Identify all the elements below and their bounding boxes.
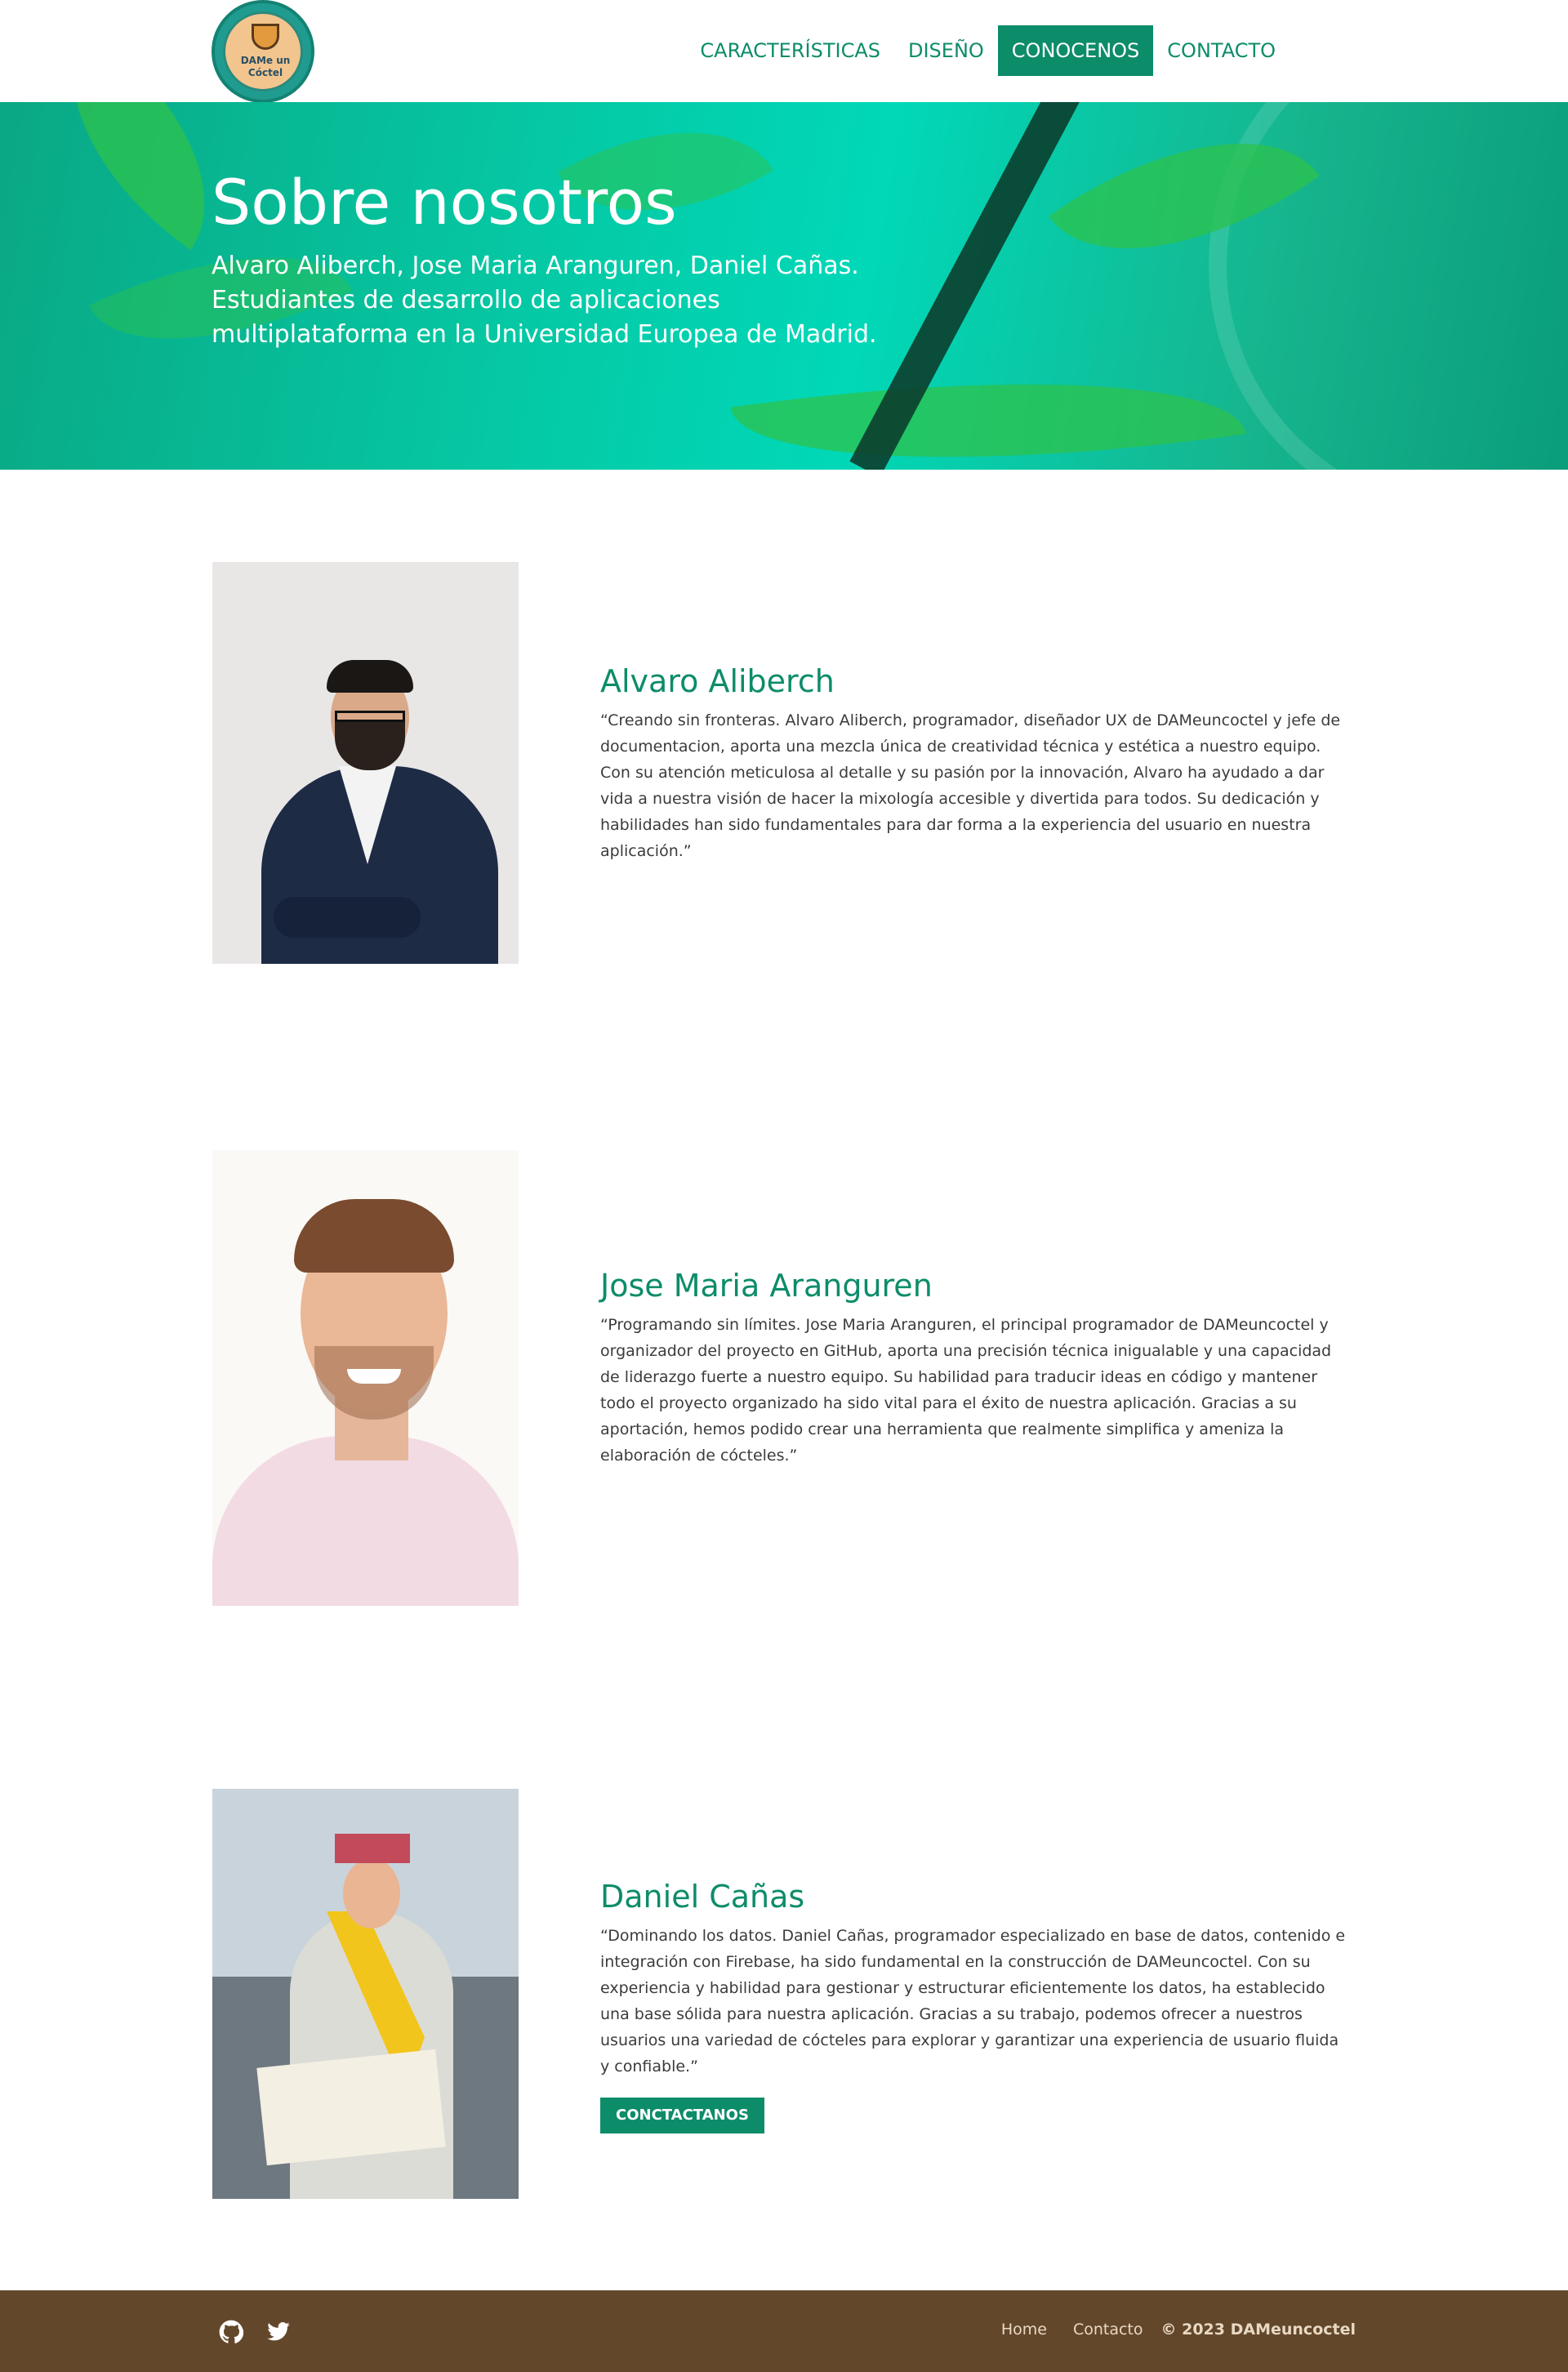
beard-shape <box>335 721 405 770</box>
github-icon[interactable] <box>219 2320 244 2344</box>
crossed-arms-shape <box>274 897 421 938</box>
main-nav: CARACTERÍSTICAS DISEÑO CONOCENOS CONTACT… <box>686 25 1290 76</box>
nav-caracteristicas[interactable]: CARACTERÍSTICAS <box>686 25 894 76</box>
smile-shape <box>347 1369 401 1384</box>
face-shape <box>343 1858 400 1928</box>
member-name: Jose Maria Aranguren <box>600 1268 933 1304</box>
member-photo <box>212 1789 519 2199</box>
site-footer: Home Contacto © 2023 DAMeuncoctel <box>0 2290 1568 2372</box>
team-member-card: Alvaro Aliberch “Creando sin fronteras. … <box>212 562 1356 964</box>
leaf-decoration <box>730 337 1246 470</box>
site-logo[interactable]: DAMe un Cóctel <box>212 0 314 103</box>
logo-badge: DAMe un Cóctel <box>223 11 303 91</box>
member-info: Alvaro Aliberch “Creando sin fronteras. … <box>600 663 1352 864</box>
cocktail-glass-icon <box>252 24 279 50</box>
footer-copyright: © 2023 DAMeuncoctel <box>1160 2321 1356 2339</box>
glasses-shape <box>335 711 405 722</box>
footer-link-contacto[interactable]: Contacto <box>1073 2321 1143 2339</box>
member-bio: “Programando sin límites. Jose Maria Ara… <box>600 1316 1332 1465</box>
nav-diseno[interactable]: DISEÑO <box>894 25 998 76</box>
member-info: Daniel Cañas “Dominando los datos. Danie… <box>600 1879 1352 2133</box>
member-name: Daniel Cañas <box>600 1879 805 1915</box>
diploma-shape <box>256 2049 446 2166</box>
page-title: Sobre nosotros <box>212 166 677 239</box>
graduation-cap-shape <box>335 1834 410 1863</box>
member-photo <box>212 562 519 964</box>
footer-link-home[interactable]: Home <box>1001 2321 1047 2339</box>
member-info: Jose Maria Aranguren “Programando sin lí… <box>600 1268 1352 1469</box>
member-name: Alvaro Aliberch <box>600 663 835 699</box>
team-member-card: Jose Maria Aranguren “Programando sin lí… <box>212 1150 1356 1606</box>
logo-text: DAMe un Cóctel <box>240 55 291 78</box>
hero-banner: Sobre nosotros Alvaro Aliberch, Jose Mar… <box>0 102 1568 470</box>
member-bio: “Creando sin fronteras. Alvaro Aliberch,… <box>600 711 1341 860</box>
shirt-shape <box>212 1436 519 1606</box>
team-member-card: Daniel Cañas “Dominando los datos. Danie… <box>212 1789 1356 2199</box>
twitter-icon[interactable] <box>266 2320 291 2344</box>
nav-conocenos[interactable]: CONOCENOS <box>997 25 1154 76</box>
hair-shape <box>327 660 413 693</box>
hero-subtitle: Alvaro Aliberch, Jose Maria Aranguren, D… <box>212 252 877 349</box>
footer-links: Home Contacto © 2023 DAMeuncoctel <box>975 2321 1356 2339</box>
hair-shape <box>294 1199 454 1273</box>
contact-us-button[interactable]: CONCTACTANOS <box>600 2098 764 2133</box>
site-header: DAMe un Cóctel CARACTERÍSTICAS DISEÑO CO… <box>0 0 1568 103</box>
nav-contacto[interactable]: CONTACTO <box>1153 25 1290 76</box>
member-bio: “Dominando los datos. Daniel Cañas, prog… <box>600 1927 1346 2076</box>
member-photo <box>212 1150 519 1606</box>
